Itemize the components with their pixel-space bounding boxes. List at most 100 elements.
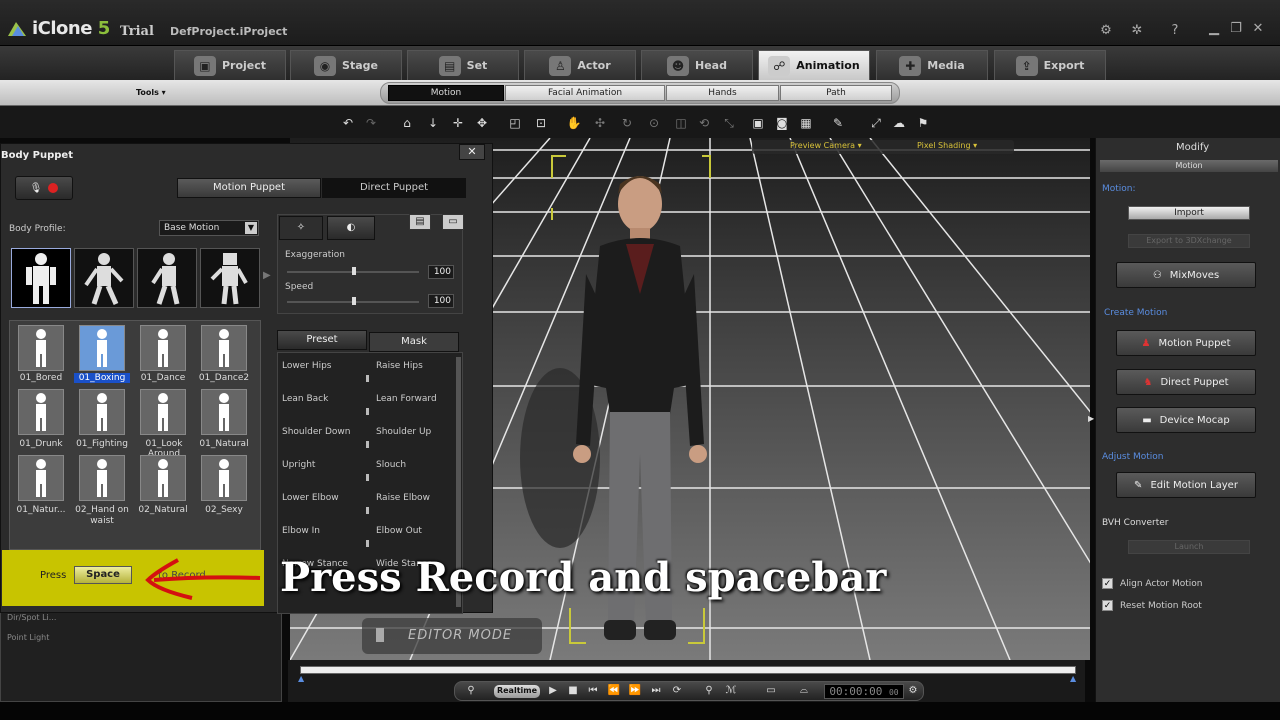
settings-icon[interactable]: ⚙ xyxy=(906,684,920,698)
network-icon[interactable]: ⚙ xyxy=(1097,24,1115,38)
direct-puppet-button[interactable]: ♞ Direct Puppet xyxy=(1116,369,1256,395)
motion-thumbnail[interactable] xyxy=(201,325,247,371)
preview-camera-dropdown[interactable]: Preview Camera ▾ xyxy=(790,141,862,150)
cloud-icon[interactable]: ☁ xyxy=(891,116,907,130)
close-icon[interactable]: ✕ xyxy=(1249,22,1267,36)
fast-forward-icon[interactable]: ⏩ xyxy=(628,684,642,698)
motion-thumbnail[interactable] xyxy=(140,325,186,371)
timeline-end-marker[interactable]: ▲ xyxy=(1070,674,1076,683)
motion-thumbnail[interactable] xyxy=(201,389,247,435)
stop-icon[interactable]: ■ xyxy=(566,684,580,698)
mouse-tab-icon[interactable]: ◐ xyxy=(327,216,375,240)
reset-icon[interactable]: ⟲ xyxy=(696,116,712,130)
speed-slider-knob[interactable] xyxy=(352,297,356,305)
motion-thumbnail[interactable] xyxy=(140,455,186,501)
scene-item[interactable]: Dir/Spot Li... xyxy=(7,613,56,622)
preset-item[interactable]: Lower Hips xyxy=(282,361,332,371)
pan-icon[interactable]: ✣ xyxy=(592,116,608,130)
play-icon[interactable]: ▶ xyxy=(546,684,560,698)
camera-view-icon[interactable]: ⌓ xyxy=(797,684,811,698)
preset-slider-knob[interactable] xyxy=(366,507,369,514)
preset-slider-knob[interactable] xyxy=(366,474,369,481)
motion-thumbnail[interactable] xyxy=(79,325,125,371)
redo-icon[interactable]: ↷ xyxy=(363,116,379,130)
orbit-icon[interactable]: ↻ xyxy=(619,116,635,130)
snapshot-icon[interactable]: ◙ xyxy=(774,116,790,130)
subtab-facial-animation[interactable]: Facial Animation xyxy=(505,85,665,101)
panel-collapse-arrow-icon[interactable]: ▶ xyxy=(1088,414,1094,423)
restore-icon[interactable]: ❐ xyxy=(1227,22,1245,36)
preset-item[interactable]: Lean Back xyxy=(282,394,328,404)
pixel-shading-dropdown[interactable]: Pixel Shading ▾ xyxy=(917,141,977,150)
subtab-hands[interactable]: Hands xyxy=(666,85,779,101)
subtab-motion[interactable]: Motion xyxy=(388,85,504,101)
preset-slider-knob[interactable] xyxy=(366,408,369,415)
preset-item[interactable]: Slouch xyxy=(376,460,406,470)
pick-icon[interactable]: ⤢ xyxy=(868,116,884,130)
move-icon[interactable]: ✛ xyxy=(450,116,466,130)
body-part-lower-thumbnail[interactable] xyxy=(137,248,197,308)
preset-item[interactable]: Shoulder Up xyxy=(376,427,431,437)
save-icon[interactable]: ▤ xyxy=(409,214,431,230)
bvh-launch-button[interactable]: Launch xyxy=(1128,540,1250,554)
preset-item[interactable]: Lean Forward xyxy=(376,394,437,404)
frame-icon[interactable]: ▣ xyxy=(750,116,766,130)
previous-frame-icon[interactable]: ⏮ xyxy=(586,684,600,698)
brush-icon[interactable]: ✎ xyxy=(830,116,846,130)
motion-thumbnail[interactable] xyxy=(140,389,186,435)
preset-item[interactable]: Elbow In xyxy=(282,526,320,536)
modify-dropdown[interactable]: Motion xyxy=(1100,160,1278,172)
grid-icon[interactable]: ▦ xyxy=(798,116,814,130)
motion-thumbnail[interactable] xyxy=(201,455,247,501)
motion-puppet-button[interactable]: ♟ Motion Puppet xyxy=(1116,330,1256,356)
camera-icon[interactable]: ◫ xyxy=(673,116,689,130)
preset-item[interactable]: Raise Elbow xyxy=(376,493,430,503)
help-icon[interactable]: ? xyxy=(1166,24,1184,38)
curve-icon[interactable]: ℳ xyxy=(724,684,738,698)
chevron-right-icon[interactable]: ▶ xyxy=(263,270,271,281)
space-key-button[interactable]: Space xyxy=(74,566,132,584)
tab-set[interactable]: ▤ Set xyxy=(407,50,519,80)
home-icon[interactable]: ⌂ xyxy=(399,116,415,130)
tab-preset[interactable]: Preset xyxy=(277,330,367,350)
tab-motion-puppet[interactable]: Motion Puppet xyxy=(177,178,321,198)
search-icon[interactable]: ⚲ xyxy=(702,684,716,698)
timecode-display[interactable]: 00:00:00 00 xyxy=(824,684,904,699)
record-button[interactable]: 🎙 xyxy=(15,176,73,200)
tab-actor[interactable]: ♙ Actor xyxy=(524,50,636,80)
motion-thumbnail[interactable] xyxy=(18,389,64,435)
loop-icon[interactable]: ⟳ xyxy=(670,684,684,698)
next-frame-icon[interactable]: ⏭ xyxy=(649,684,663,698)
scale-icon[interactable]: ◰ xyxy=(507,116,523,130)
link-icon[interactable]: ⚲ xyxy=(464,684,478,698)
mixmoves-button[interactable]: ⚇ MixMoves xyxy=(1116,262,1256,288)
exaggeration-value[interactable]: 100 xyxy=(428,265,454,279)
minimize-icon[interactable]: ▁ xyxy=(1205,22,1223,36)
align-actor-motion-checkbox[interactable]: ✓ xyxy=(1102,578,1113,589)
tab-export[interactable]: ⇪ Export xyxy=(994,50,1106,80)
timeline-start-marker[interactable]: ▲ xyxy=(298,674,304,683)
reset-motion-root-checkbox[interactable]: ✓ xyxy=(1102,600,1113,611)
flag-icon[interactable]: ⚑ xyxy=(915,116,931,130)
motion-thumbnail[interactable] xyxy=(18,455,64,501)
motion-thumbnail[interactable] xyxy=(79,455,125,501)
rotate-icon[interactable]: ✥ xyxy=(474,116,490,130)
tab-head[interactable]: ☻ Head xyxy=(641,50,753,80)
tools-menu[interactable]: Tools ▾ xyxy=(136,88,166,97)
body-part-full-thumbnail[interactable] xyxy=(11,248,71,308)
folder-icon[interactable]: ▭ xyxy=(442,214,464,230)
scene-item[interactable]: Point Light xyxy=(7,633,49,642)
tab-stage[interactable]: ◉ Stage xyxy=(290,50,402,80)
import-button[interactable]: Import xyxy=(1128,206,1250,220)
body-profile-select[interactable]: Base Motion ▼ xyxy=(159,220,259,236)
tab-direct-puppet[interactable]: Direct Puppet xyxy=(322,178,466,198)
rewind-icon[interactable]: ⏪ xyxy=(607,684,621,698)
tab-mask[interactable]: Mask xyxy=(369,332,459,352)
body-part-upper-thumbnail[interactable] xyxy=(74,248,134,308)
subtab-path[interactable]: Path xyxy=(780,85,892,101)
tab-animation[interactable]: ☍ Animation xyxy=(758,50,870,80)
preset-item[interactable]: Upright xyxy=(282,460,315,470)
preset-item[interactable]: Elbow Out xyxy=(376,526,422,536)
preset-slider-knob[interactable] xyxy=(366,375,369,382)
motion-thumbnail[interactable] xyxy=(79,389,125,435)
